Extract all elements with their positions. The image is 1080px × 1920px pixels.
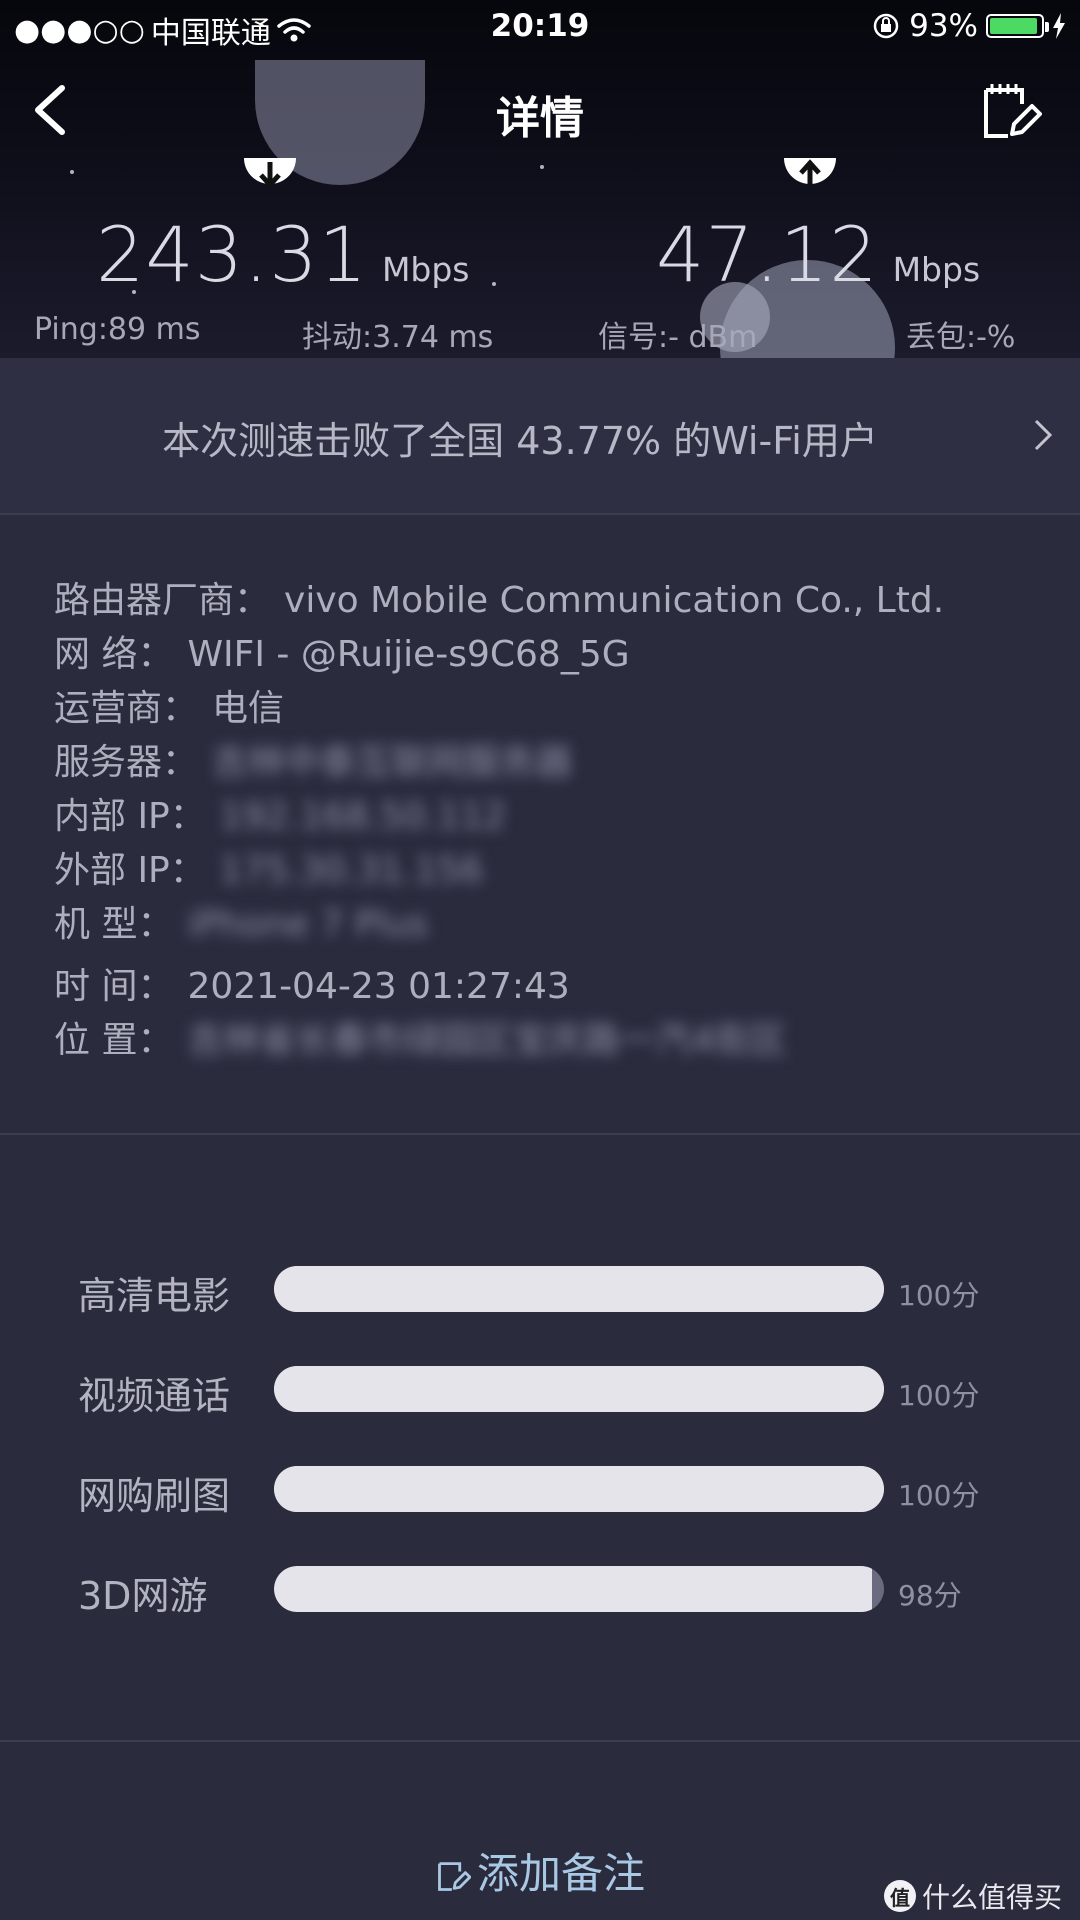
info-value: WIFI - @Ruijie-s9C68_5G: [187, 634, 630, 675]
battery-icon: [986, 14, 1049, 38]
rank-text: 本次测速击败了全国 43.77% 的Wi-Fi用户: [162, 419, 878, 463]
upload-speed-unit: Mbps: [892, 250, 981, 289]
star-decoration: [492, 282, 496, 286]
info-label: 网 络：: [54, 634, 174, 675]
ping-metric: Ping:89 ms: [34, 312, 201, 347]
score-bar: [274, 1266, 884, 1312]
star-decoration: [70, 170, 74, 174]
info-row-location: 位 置： 吉林省长春市绿园区宝庆路一汽4街区: [54, 1011, 786, 1063]
info-label: 外部 IP：: [54, 850, 206, 891]
info-value: iPhone 7 Plus: [187, 904, 429, 945]
info-row-time: 时 间： 2021-04-23 01:27:43: [54, 957, 570, 1009]
score-value: 100分: [898, 1279, 980, 1312]
info-value: 吉林中泰互联网服务器: [212, 742, 573, 783]
info-row-server: 服务器： 吉林中泰互联网服务器: [54, 733, 572, 785]
info-section: 路由器厂商： vivo Mobile Communication Co., Ltd…: [0, 515, 1080, 1135]
score-bar: [274, 1366, 884, 1412]
info-label: 机 型：: [54, 904, 174, 945]
score-value: 98分: [898, 1579, 962, 1612]
signal-metric: 信号:- dBm: [598, 320, 758, 355]
download-speed: 243.31 Mbps: [96, 210, 470, 299]
score-bar-fill: [274, 1266, 884, 1312]
navigation-bar: 详情: [0, 62, 1080, 158]
packet-loss-metric: 丢包:-%: [906, 320, 1016, 355]
charging-icon: [1053, 13, 1065, 39]
info-label: 运营商：: [54, 688, 199, 729]
score-label: 视频通话: [78, 1374, 231, 1418]
info-value: 175.30.31.156: [219, 850, 484, 891]
download-arrow-icon: [244, 158, 296, 189]
upload-speed-value: 47.12: [656, 210, 879, 299]
info-value: 2021-04-23 01:27:43: [187, 966, 570, 1007]
download-speed-value: 243.31: [96, 210, 368, 299]
upload-speed: 47.12 Mbps: [656, 210, 980, 299]
info-row-carrier: 运营商： 电信: [54, 679, 284, 731]
watermark: 值 什么值得买: [883, 1876, 1062, 1916]
jitter-metric: 抖动:3.74 ms: [302, 320, 494, 355]
star-decoration: [540, 165, 544, 169]
status-bar: ●●●○○ 中国联通 20:19 93%: [0, 0, 1080, 54]
edit-note-icon[interactable]: [978, 80, 1042, 144]
info-row-network: 网 络： WIFI - @Ruijie-s9C68_5G: [54, 625, 630, 677]
info-value: 电信: [212, 688, 285, 729]
info-value: 192.168.50.112: [219, 796, 507, 837]
score-bar: [274, 1566, 884, 1612]
chevron-right-icon: [1034, 419, 1053, 451]
info-row-external-ip: 外部 IP： 175.30.31.156: [54, 841, 483, 893]
score-label: 3D网游: [78, 1574, 208, 1618]
rank-row[interactable]: 本次测速击败了全国 43.77% 的Wi-Fi用户: [0, 358, 1080, 515]
score-bar-fill: [274, 1566, 872, 1612]
info-row-vendor: 路由器厂商： vivo Mobile Communication Co., Ltd…: [54, 571, 944, 623]
info-label: 路由器厂商：: [54, 580, 271, 621]
edit-note-icon: [438, 1862, 472, 1891]
score-label: 网购刷图: [78, 1474, 231, 1518]
section-divider: [0, 1740, 1080, 1742]
score-label: 高清电影: [78, 1274, 231, 1318]
page-title: 详情: [496, 93, 584, 144]
score-bar: [274, 1466, 884, 1512]
add-note-label: 添加备注: [476, 1849, 645, 1898]
download-speed-unit: Mbps: [381, 250, 470, 289]
info-label: 服务器：: [54, 742, 199, 783]
info-row-internal-ip: 内部 IP： 192.168.50.112: [54, 787, 506, 839]
upload-arrow-icon: [784, 158, 836, 186]
orientation-lock-icon: [873, 13, 899, 39]
watermark-text: 什么值得买: [921, 1881, 1062, 1914]
battery-percent: 93%: [909, 8, 978, 44]
info-value: vivo Mobile Communication Co., Ltd.: [284, 580, 945, 621]
score-bar-fill: [274, 1466, 884, 1512]
info-label: 内部 IP：: [54, 796, 206, 837]
battery-level-fill: [990, 18, 1037, 34]
info-label: 位 置：: [54, 1020, 174, 1061]
score-value: 100分: [898, 1479, 980, 1512]
info-label: 时 间：: [54, 966, 174, 1007]
info-value: 吉林省长春市绿园区宝庆路一汽4街区: [187, 1020, 787, 1061]
info-row-model: 机 型： iPhone 7 Plus: [54, 895, 428, 947]
watermark-logo-icon: 值: [883, 1880, 916, 1912]
score-bar-fill: [274, 1366, 884, 1412]
score-value: 100分: [898, 1379, 980, 1412]
